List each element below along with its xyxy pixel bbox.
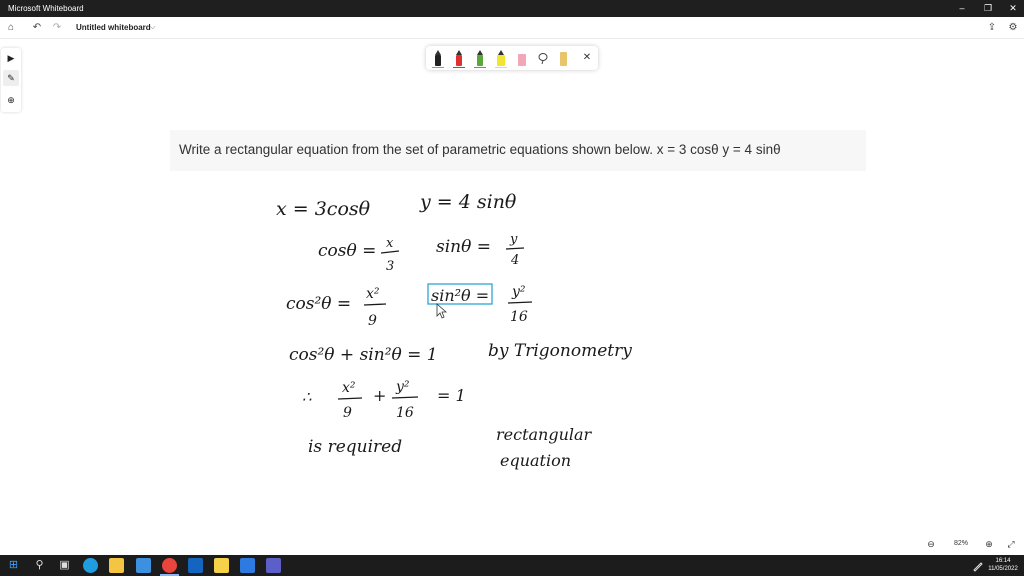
question-text: Write a rectangular equation from the se… bbox=[179, 142, 781, 157]
settings-icon[interactable]: ⚙ bbox=[1006, 21, 1020, 35]
ink-line3-left: cos²θ = bbox=[286, 294, 351, 314]
selection-box[interactable] bbox=[427, 283, 493, 305]
fraction-bar bbox=[337, 397, 363, 400]
ink-line2-left-num: x bbox=[386, 236, 394, 251]
windows-taskbar: ⊞ ⚲ ▣ 16:14 11/05/2022 bbox=[0, 555, 1024, 576]
ink-line5-frac2-den: 16 bbox=[396, 405, 414, 421]
chevron-down-icon[interactable]: ⌵ bbox=[150, 22, 155, 34]
outlook-icon[interactable] bbox=[188, 558, 203, 573]
ink-line4-left: cos²θ + sin²θ = 1 bbox=[289, 345, 438, 365]
ink-canvas[interactable]: x = 3cosθ y = 4 sinθ cosθ = x 3 sinθ = y… bbox=[0, 0, 1024, 576]
black-pen-icon[interactable] bbox=[430, 48, 446, 68]
ink-line2-right-den: 4 bbox=[510, 253, 519, 268]
ink-line3-right: sin²θ = bbox=[431, 286, 489, 305]
maximize-button[interactable]: ❐ bbox=[974, 0, 1002, 17]
fraction-bar bbox=[380, 250, 400, 254]
ink-line5-frac2-num: y² bbox=[395, 379, 410, 395]
ink-line1-left: x = 3cosθ bbox=[276, 198, 371, 220]
ruler-icon[interactable] bbox=[556, 48, 572, 68]
file-explorer-icon[interactable] bbox=[109, 558, 124, 573]
ink-line6-left: is required bbox=[308, 437, 402, 457]
select-cursor-icon[interactable]: ▶ bbox=[3, 50, 19, 66]
app-toolbar: ⌂ ↶ ↷ Untitled whiteboard ⌵ ⇪ ⚙ bbox=[0, 17, 1024, 39]
ink-line1-right: y = 4 sinθ bbox=[419, 191, 517, 213]
red-pen-icon[interactable] bbox=[451, 48, 467, 68]
search-icon[interactable]: ⚲ bbox=[32, 558, 47, 573]
ink-pen-icon[interactable]: ✎ bbox=[3, 70, 19, 86]
fraction-bar bbox=[363, 303, 387, 306]
zoom-level: 82% bbox=[953, 540, 968, 547]
ink-line2-left-den: 3 bbox=[386, 259, 394, 274]
system-clock[interactable]: 16:14 11/05/2022 bbox=[988, 557, 1018, 573]
zoom-out-icon[interactable]: ⊖ bbox=[924, 537, 938, 551]
document-title[interactable]: Untitled whiteboard bbox=[76, 22, 151, 34]
window-title-bar: Microsoft Whiteboard – ❐ ✕ bbox=[0, 0, 1024, 17]
ink-line3-left-den: 9 bbox=[368, 313, 377, 329]
left-tool-rail: ▶ ✎ ⊕ bbox=[1, 48, 21, 112]
zoom-in-icon[interactable]: ⊕ bbox=[982, 537, 996, 551]
fraction-bar bbox=[507, 301, 533, 304]
ink-line3-right-den: 16 bbox=[510, 309, 528, 325]
share-icon[interactable]: ⇪ bbox=[985, 21, 999, 35]
close-window-button[interactable]: ✕ bbox=[999, 0, 1024, 17]
ink-therefore: ∴ bbox=[302, 388, 312, 406]
ink-line3-right-num: y² bbox=[511, 284, 526, 300]
ink-line6-right-a: rectangular bbox=[496, 425, 593, 444]
start-icon[interactable]: ⊞ bbox=[6, 558, 21, 573]
store-icon[interactable] bbox=[136, 558, 151, 573]
clock-time: 16:14 bbox=[995, 558, 1011, 564]
clock-date: 11/05/2022 bbox=[988, 566, 1018, 572]
question-card[interactable]: Write a rectangular equation from the se… bbox=[170, 130, 866, 171]
zoom-bar: ⊖ 82% ⊕ ⤢ bbox=[918, 534, 1024, 554]
minimize-button[interactable]: – bbox=[948, 0, 976, 17]
add-plus-icon[interactable]: ⊕ bbox=[3, 92, 19, 108]
ink-line2-right: sinθ = bbox=[436, 237, 491, 257]
ink-line6-right-b: equation bbox=[500, 451, 571, 470]
yellow-highlighter-icon[interactable] bbox=[493, 48, 509, 68]
ink-line5-frac1-num: x² bbox=[342, 380, 356, 396]
app-title: Microsoft Whiteboard bbox=[8, 4, 84, 13]
sticky-notes-icon[interactable] bbox=[214, 558, 229, 573]
home-icon[interactable]: ⌂ bbox=[4, 21, 18, 35]
redo-icon[interactable]: ↷ bbox=[50, 21, 64, 35]
ink-line5-eq: = 1 bbox=[437, 386, 466, 405]
chrome-icon[interactable] bbox=[162, 558, 177, 573]
lasso-icon[interactable] bbox=[535, 48, 551, 68]
pen-toolbar: ✕ bbox=[426, 46, 598, 70]
edge-icon[interactable] bbox=[83, 558, 98, 573]
ink-line2-right-num: y bbox=[509, 232, 518, 247]
undo-icon[interactable]: ↶ bbox=[30, 21, 44, 35]
ink-line5-frac1-den: 9 bbox=[343, 405, 352, 421]
ink-line4-right: by Trigonometry bbox=[488, 341, 632, 361]
teams-icon[interactable] bbox=[266, 558, 281, 573]
ink-line5-plus: + bbox=[373, 386, 386, 405]
fraction-bar bbox=[505, 247, 525, 250]
pen-menu-icon[interactable] bbox=[972, 560, 984, 572]
ink-line2-left: cosθ = bbox=[318, 241, 376, 261]
ink-line3-left-num: x² bbox=[366, 286, 380, 302]
mouse-cursor-icon bbox=[436, 303, 448, 319]
mail-icon[interactable] bbox=[240, 558, 255, 573]
fraction-bar bbox=[391, 396, 419, 399]
green-pen-icon[interactable] bbox=[472, 48, 488, 68]
fit-screen-icon[interactable]: ⤢ bbox=[1004, 537, 1018, 551]
eraser-icon[interactable] bbox=[514, 48, 530, 68]
task-view-icon[interactable]: ▣ bbox=[57, 558, 72, 573]
close-toolbar-icon[interactable]: ✕ bbox=[579, 48, 595, 68]
